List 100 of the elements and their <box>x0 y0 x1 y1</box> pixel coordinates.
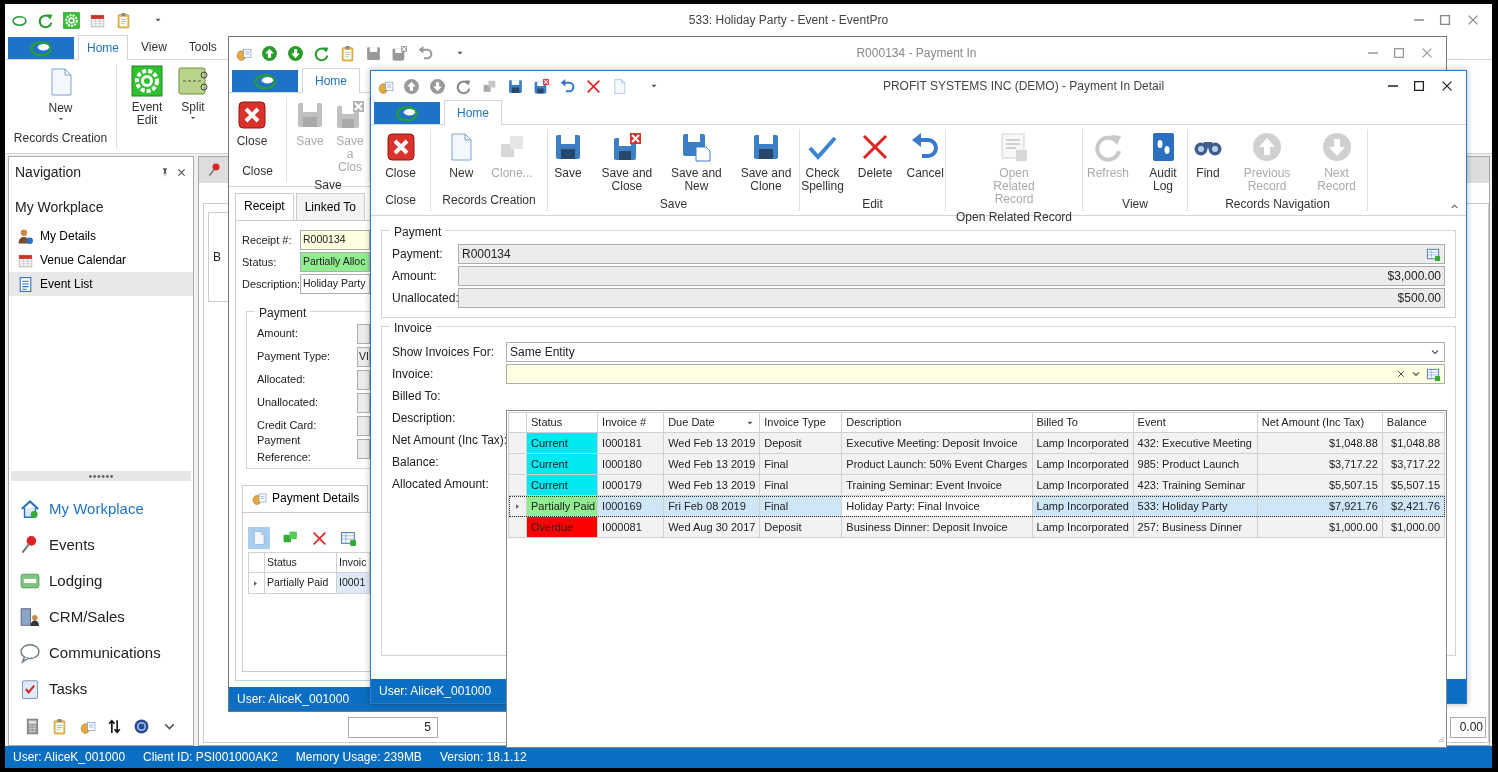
ribbon-button[interactable]: Save and New <box>665 129 727 195</box>
column-header[interactable]: Net Amount (Inc Tax) <box>1257 412 1383 433</box>
refresh-button[interactable] <box>455 77 472 95</box>
input-field[interactable]: Holiday Party <box>300 274 370 294</box>
save-button[interactable] <box>507 77 524 95</box>
column-header[interactable]: Invoice # <box>597 412 664 433</box>
column-header[interactable]: Billed To <box>1032 412 1134 433</box>
grid-button[interactable] <box>340 529 357 547</box>
ribbon-button[interactable]: Audit Log <box>1139 129 1187 195</box>
status-text: Client ID: PSI001000AK2 <box>143 749 278 766</box>
input-field[interactable] <box>357 323 370 344</box>
field-label: Billed To: <box>392 388 441 405</box>
field-label: Description: <box>242 276 300 292</box>
nav-module[interactable]: Events <box>9 527 193 563</box>
nav-module[interactable]: Communications <box>9 635 193 671</box>
column-header[interactable]: Invoic <box>336 552 370 573</box>
ribbon-button[interactable]: Close <box>380 129 421 191</box>
group-label: Edit <box>861 196 884 213</box>
ribbon-button[interactable]: Save <box>548 129 588 195</box>
ribbon-button[interactable]: Event Edit <box>127 63 167 129</box>
grip-icon <box>89 474 113 478</box>
undo-button[interactable] <box>417 44 434 62</box>
input-field[interactable]: $3,000.00 <box>458 266 1445 286</box>
nav-module[interactable]: Lodging <box>9 563 193 599</box>
group-label: Save <box>658 196 689 213</box>
table-cell: I000181 <box>597 432 664 454</box>
column-header[interactable]: Description <box>841 412 1032 433</box>
form-tab[interactable]: Receipt <box>235 193 294 220</box>
ribbon-button[interactable]: Split <box>173 63 213 128</box>
field-label: Credit Card: <box>257 418 318 434</box>
delete-button[interactable] <box>311 529 328 547</box>
clipboard-button[interactable] <box>339 44 356 62</box>
ribbon-tab[interactable]: Tools <box>179 34 226 59</box>
column-header[interactable]: Event <box>1133 412 1258 433</box>
nav-module[interactable]: My Workplace <box>9 491 193 527</box>
refresh-icon <box>37 11 54 29</box>
ribbon-button[interactable]: Check Spelling <box>797 129 848 195</box>
refresh-button[interactable] <box>37 11 54 29</box>
input-field[interactable] <box>357 369 370 390</box>
ribbon-button[interactable]: Delete <box>853 129 897 195</box>
input-field[interactable] <box>357 392 370 413</box>
nav-module[interactable]: CRM/Sales <box>9 599 193 635</box>
ribbon-button[interactable]: New <box>40 64 81 129</box>
ribbon-tab[interactable]: Home <box>78 35 128 60</box>
clipboard-button[interactable] <box>115 11 132 29</box>
form-tab[interactable]: Payment Details <box>242 485 369 512</box>
input-field[interactable]: VI <box>357 346 370 367</box>
table-cell: 432: Executive Meeting <box>1133 432 1258 454</box>
input-field[interactable] <box>506 364 1445 384</box>
ribbon-button[interactable]: New <box>441 129 482 191</box>
up-arrow-button[interactable] <box>261 44 278 62</box>
input-field[interactable]: R000134 <box>458 244 1445 264</box>
column-header[interactable]: Due Date <box>663 412 760 433</box>
ribbon-tab[interactable]: Home <box>444 100 502 125</box>
status-text: User: AliceK_001000 <box>379 683 492 700</box>
ribbon-button[interactable]: Cancel <box>902 129 948 195</box>
input-field[interactable]: $500.00 <box>458 288 1445 308</box>
column-header[interactable]: Status <box>526 412 598 433</box>
input-field[interactable] <box>357 438 370 459</box>
down-arrow-button[interactable] <box>429 77 446 95</box>
delete-button[interactable] <box>585 77 602 95</box>
close-icon <box>384 131 417 163</box>
dropdown-field[interactable]: Same Entity <box>506 342 1445 362</box>
table-row[interactable]: Partially Paid I000169 Fri Feb 08 2019 Final Holiday Party: Final Invoice Lamp Incorporated 533: Holiday Party $7,921.76 $2,421.76 <box>508 495 1445 517</box>
input-field[interactable] <box>357 415 370 436</box>
globe-button[interactable] <box>133 717 151 735</box>
nav-item[interactable]: Event List <box>9 272 193 296</box>
gear-button[interactable] <box>63 11 80 29</box>
refresh-button[interactable] <box>313 44 330 62</box>
table-row[interactable]: Current I000180 Wed Feb 13 2019 Final Product Launch: 50% Event Charges Lamp Incorporated 985: Product Launch $3,717.22 $3,717.22 <box>508 453 1445 475</box>
nav-item[interactable]: Venue Calendar <box>9 248 193 272</box>
app-menu-button[interactable] <box>374 102 440 124</box>
down-arrow-button[interactable] <box>287 44 304 62</box>
ribbon-button[interactable]: Save and Close <box>594 129 660 195</box>
ribbon-button[interactable]: Save and Clone <box>733 129 799 195</box>
ribbon-button[interactable]: Find <box>1188 129 1228 195</box>
close-icon <box>1440 79 1454 93</box>
column-header[interactable]: Invoice Type <box>759 412 842 433</box>
table-cell: $5,507.15 <box>1382 474 1445 496</box>
table-row[interactable]: Current I000179 Wed Feb 13 2019 Final Training Seminar: Event Invoice Lamp Incorporated 423: Training Seminar $5,507.15 $5,507.15 <box>508 474 1445 496</box>
column-header[interactable]: Status <box>264 552 337 573</box>
table-row[interactable]: Overdue I000081 Wed Aug 30 2017 Deposit Business Dinner: Deposit Invoice Lamp Incorporated 257: Business Dinner $1,000.00 $1,000.00 <box>508 516 1445 538</box>
up-arrow-button[interactable] <box>403 77 420 95</box>
form-tab[interactable]: Linked To <box>295 193 365 220</box>
table-row[interactable]: Current I000181 Wed Feb 13 2019 Deposit Executive Meeting: Deposit Invoice Lamp Incorporated 432: Executive Meeting $1,048.88 $1,048.88 <box>508 432 1445 454</box>
input-field[interactable]: Partially Alloc <box>300 252 370 272</box>
column-header[interactable]: Balance <box>1382 412 1445 433</box>
app-menu-button[interactable] <box>232 70 298 92</box>
app-menu-button[interactable] <box>8 37 74 59</box>
group-label: View <box>1121 196 1149 213</box>
save-close-button[interactable] <box>533 77 550 95</box>
status-text: User: AliceK_001000 <box>237 691 350 708</box>
amount-field: 0.00 <box>1450 717 1486 738</box>
undo-button[interactable] <box>559 77 576 95</box>
ribbon-tab[interactable]: View <box>132 34 176 59</box>
ribbon-tab[interactable]: Home <box>302 68 360 93</box>
nav-module[interactable]: Tasks <box>9 671 193 707</box>
nav-item[interactable]: My Details <box>9 224 193 248</box>
input-field[interactable]: R000134 <box>300 230 370 250</box>
ribbon-button[interactable]: Close <box>235 97 269 162</box>
